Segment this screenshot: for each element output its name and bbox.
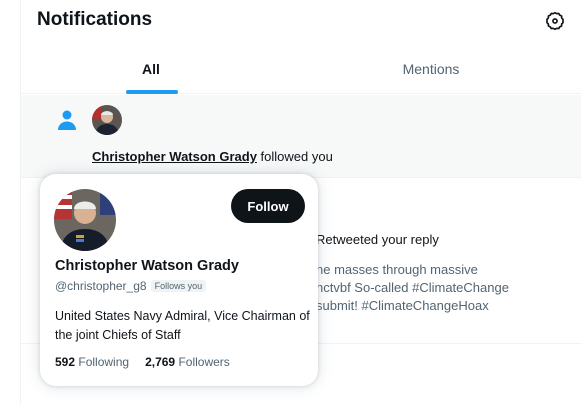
tab-bar: All Mentions (21, 44, 581, 94)
profile-stats: 592 Following 2,769 Followers (55, 355, 230, 369)
page-title: Notifications (37, 9, 153, 30)
followers-count: 2,769 (145, 355, 176, 369)
tweet-line: hctvbf So-called #ClimateChange (316, 280, 509, 295)
handle-row: @christopher_g8 Follows you (55, 278, 207, 294)
avatar[interactable] (54, 189, 116, 251)
tweet-line: ne masses through massive (316, 262, 478, 277)
tweet-line: submit! #ClimateChangeHoax (316, 298, 489, 313)
profile-handle[interactable]: @christopher_g8 (55, 279, 147, 293)
active-tab-indicator (126, 90, 178, 94)
tab-all[interactable]: All (81, 44, 221, 94)
notification-follow[interactable]: Christopher Watson Grady followed you (21, 95, 581, 178)
header: Notifications (21, 0, 581, 44)
following-label: Following (78, 355, 130, 369)
notification-text: Christopher Watson Grady followed you (92, 149, 333, 164)
follow-button[interactable]: Follow (231, 189, 305, 223)
user-name-link[interactable]: Christopher Watson Grady (92, 149, 257, 164)
tweet-text: ne masses through massive hctvbf So-call… (316, 261, 566, 315)
followed-text: followed you (256, 149, 333, 164)
person-icon (55, 108, 79, 132)
following-link[interactable]: 592 Following (55, 355, 129, 369)
profile-hovercard: Follow Christopher Watson Grady @christo… (40, 174, 318, 386)
retweet-action-text: Retweeted your reply (316, 232, 439, 247)
profile-bio: United States Navy Admiral, Vice Chairma… (55, 309, 310, 342)
follows-you-badge: Follows you (150, 280, 207, 292)
avatar[interactable] (92, 105, 122, 135)
followers-label: Followers (178, 355, 230, 369)
followers-link[interactable]: 2,769 Followers (145, 355, 230, 369)
following-count: 592 (55, 355, 76, 369)
tab-mentions[interactable]: Mentions (351, 44, 511, 94)
profile-name[interactable]: Christopher Watson Grady (55, 258, 239, 274)
gear-icon[interactable] (545, 11, 565, 31)
